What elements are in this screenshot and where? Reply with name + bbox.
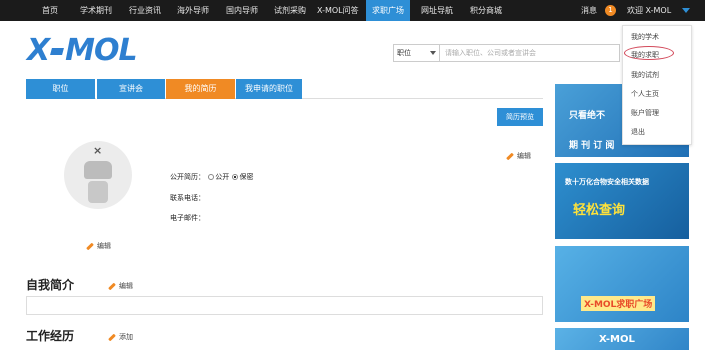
chevron-down-icon[interactable] (682, 8, 690, 13)
avatar-close-icon: × (93, 144, 103, 157)
ad-xmol[interactable]: X-MOL (555, 328, 689, 350)
menu-account[interactable]: 账户管理 (631, 108, 659, 118)
nav-qa[interactable]: X-MOL问答 (317, 0, 359, 21)
nav-job-square[interactable]: 求职广场 (366, 0, 410, 21)
pencil-icon (108, 333, 116, 341)
public-radio[interactable] (208, 174, 215, 180)
public-resume-label: 公开简历： (170, 173, 205, 181)
menu-my-academic[interactable]: 我的学术 (631, 32, 659, 42)
nav-home[interactable]: 首页 (42, 0, 58, 21)
tab-jobs[interactable]: 职位 (26, 79, 95, 99)
profile-edit-label: 编辑 (517, 152, 531, 160)
ad2-line1: 数十万化合物安全相关数据 (565, 178, 649, 186)
user-dropdown-menu: 我的学术 我的求职 我的试剂 个人主页 账户管理 退出 (622, 25, 692, 145)
public-resume-row: 公开简历： 公开 保密 (170, 172, 253, 182)
nav-domestic-mentors[interactable]: 国内导师 (226, 0, 258, 21)
pencil-icon (506, 152, 514, 160)
logo-dash (50, 47, 65, 55)
intro-title: 自我简介 (26, 278, 75, 292)
nav-reagents[interactable]: 试剂采购 (274, 0, 306, 21)
avatar-robot-head (84, 161, 112, 179)
search-type-select[interactable]: 职位 (393, 44, 440, 62)
site-logo[interactable]: X MOL (27, 33, 138, 68)
intro-content-box (26, 296, 543, 315)
phone-label: 联系电话： (170, 194, 205, 202)
top-nav-bar: 首页 学术期刊 行业资讯 海外导师 国内导师 试剂采购 X-MOL问答 求职广场… (0, 0, 705, 21)
ad4-line1: X-MOL (599, 334, 635, 345)
nav-news[interactable]: 行业资讯 (129, 0, 161, 21)
pencil-icon (86, 242, 94, 250)
dropdown-arrow-icon (430, 51, 436, 55)
menu-homepage[interactable]: 个人主页 (631, 89, 659, 99)
avatar-edit-link[interactable]: 编辑 (86, 241, 111, 251)
profile-edit-link[interactable]: 编辑 (506, 151, 531, 161)
private-radio[interactable] (232, 174, 239, 180)
avatar-robot-body (88, 181, 108, 203)
logo-text-left: X (27, 32, 50, 68)
private-option-label: 保密 (239, 173, 254, 181)
tab-my-resume[interactable]: 我的简历 (166, 79, 235, 99)
ad1-line2: 期 刊 订 阅 (569, 141, 615, 151)
intro-edit-link[interactable]: 编辑 (108, 281, 133, 291)
pencil-icon (108, 282, 116, 290)
work-add-link[interactable]: 添加 (108, 332, 133, 342)
ad1-line1: 只看绝不 (569, 111, 606, 121)
messages-link[interactable]: 消息 (581, 0, 597, 21)
resume-preview-button[interactable]: 简历预览 (497, 108, 543, 126)
nav-points-mall[interactable]: 积分商城 (470, 0, 502, 21)
ad-compound-safety[interactable]: 数十万化合物安全相关数据 轻松查询 (555, 163, 689, 239)
public-option-label: 公开 (215, 173, 230, 181)
tab-my-applications[interactable]: 我申请的职位 (236, 79, 302, 99)
nav-url-guide[interactable]: 网址导航 (421, 0, 453, 21)
tab-bar: 职位 宣讲会 我的简历 我申请的职位 (26, 79, 543, 99)
ad-job-square[interactable]: X-MOL求职广场 (555, 246, 689, 322)
notification-badge[interactable]: 1 (605, 5, 616, 16)
menu-logout[interactable]: 退出 (631, 127, 645, 137)
search-type-value: 职位 (397, 49, 411, 57)
work-title: 工作经历 (26, 329, 75, 343)
work-add-label: 添加 (119, 333, 133, 341)
logo-text-right: MOL (65, 32, 137, 68)
search-input[interactable]: 请输入职位、公司或者宣讲会 (440, 44, 620, 62)
menu-my-job[interactable]: 我的求职 (631, 50, 659, 60)
avatar[interactable]: × (64, 141, 132, 209)
nav-overseas-mentors[interactable]: 海外导师 (177, 0, 209, 21)
ad3-line1: X-MOL求职广场 (581, 296, 656, 311)
avatar-edit-label: 编辑 (97, 242, 111, 250)
tab-seminars[interactable]: 宣讲会 (96, 79, 165, 99)
ad2-line2: 轻松查询 (573, 203, 626, 218)
email-label: 电子邮件： (170, 214, 205, 222)
menu-my-reagents[interactable]: 我的试剂 (631, 70, 659, 80)
intro-edit-label: 编辑 (119, 282, 133, 290)
welcome-user[interactable]: 欢迎 X-MOL (627, 0, 671, 21)
nav-journals[interactable]: 学术期刊 (80, 0, 112, 21)
